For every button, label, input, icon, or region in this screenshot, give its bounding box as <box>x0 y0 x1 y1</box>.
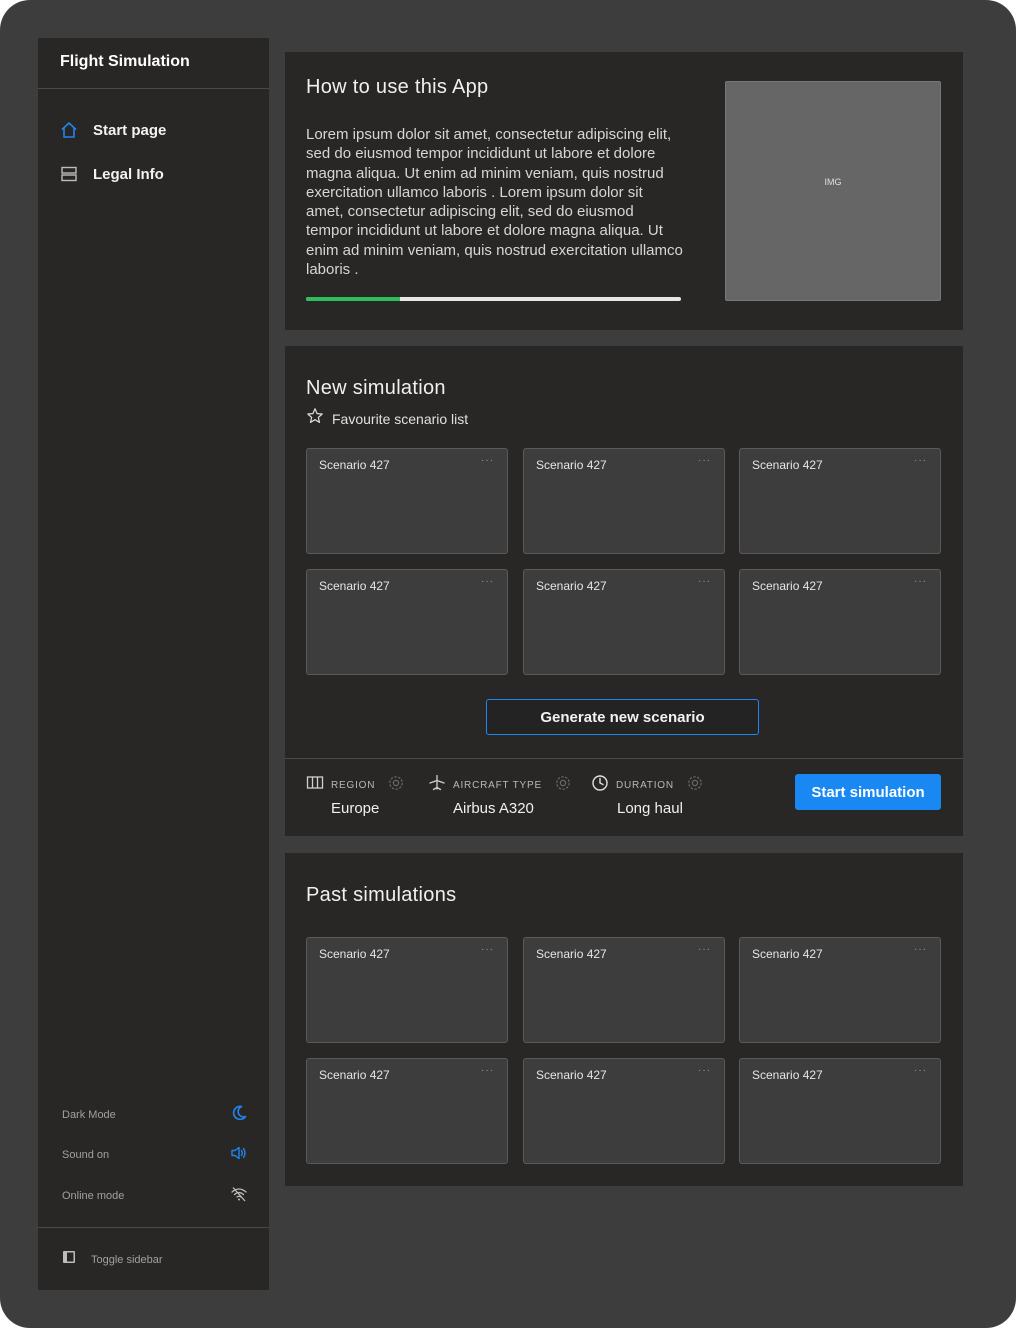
image-placeholder: IMG <box>725 81 941 301</box>
scenario-card-title: Scenario 427 <box>319 1068 390 1082</box>
scenario-card[interactable]: Scenario 427 ··· <box>523 1058 725 1164</box>
tutorial-progress-bar <box>306 297 681 301</box>
more-options-icon[interactable]: ··· <box>698 455 711 466</box>
more-options-icon[interactable]: ··· <box>914 576 927 587</box>
how-to-title: How to use this App <box>306 76 489 98</box>
more-options-icon[interactable]: ··· <box>914 1065 927 1076</box>
duration-param: DURATION Long haul <box>591 774 704 817</box>
how-to-body: Lorem ipsum dolor sit amet, consectetur … <box>306 126 683 279</box>
clock-icon <box>591 774 609 797</box>
scenario-card[interactable]: Scenario 427 ··· <box>739 937 941 1043</box>
new-simulation-panel: New simulation Favourite scenario list S… <box>285 346 963 836</box>
scenario-card[interactable]: Scenario 427 ··· <box>306 1058 508 1164</box>
favourite-scenario-list-label: Favourite scenario list <box>332 410 469 427</box>
image-placeholder-label: IMG <box>824 177 842 187</box>
scenario-card-title: Scenario 427 <box>752 458 823 472</box>
duration-value: Long haul <box>617 800 683 817</box>
scenario-card[interactable]: Scenario 427 ··· <box>739 569 941 675</box>
speaker-icon[interactable] <box>230 1144 248 1167</box>
scenario-card[interactable]: Scenario 427 ··· <box>739 1058 941 1164</box>
dark-mode-setting[interactable]: Dark Mode <box>62 1104 248 1126</box>
aircraft-settings-gear-icon[interactable] <box>554 774 572 797</box>
toggle-sidebar-button[interactable]: Toggle sidebar <box>62 1250 163 1269</box>
sidebar: Flight Simulation Start page Legal Info … <box>38 38 269 1290</box>
toggle-sidebar-label: Toggle sidebar <box>91 1253 163 1266</box>
more-options-icon[interactable]: ··· <box>481 944 494 955</box>
scenario-card-title: Scenario 427 <box>752 947 823 961</box>
wifi-off-icon[interactable] <box>230 1185 248 1208</box>
dark-mode-label: Dark Mode <box>62 1109 116 1121</box>
scenario-card-title: Scenario 427 <box>536 1068 607 1082</box>
scenario-card-title: Scenario 427 <box>536 947 607 961</box>
more-options-icon[interactable]: ··· <box>698 944 711 955</box>
sound-label: Sound on <box>62 1149 110 1161</box>
sidebar-item-label: Legal Info <box>93 165 164 183</box>
scenario-card[interactable]: Scenario 427 ··· <box>306 937 508 1043</box>
scenario-card-title: Scenario 427 <box>752 579 823 593</box>
star-icon <box>306 407 324 430</box>
favourite-scenario-list-link[interactable]: Favourite scenario list <box>306 407 468 430</box>
scenario-card[interactable]: Scenario 427 ··· <box>523 569 725 675</box>
home-icon <box>60 121 78 139</box>
scenario-card[interactable]: Scenario 427 ··· <box>523 937 725 1043</box>
region-param: REGION Europe <box>306 774 405 817</box>
more-options-icon[interactable]: ··· <box>481 576 494 587</box>
scenario-card[interactable]: Scenario 427 ··· <box>306 569 508 675</box>
region-settings-gear-icon[interactable] <box>387 774 405 797</box>
scenario-card[interactable]: Scenario 427 ··· <box>523 448 725 554</box>
region-label: REGION <box>331 780 376 791</box>
start-simulation-button[interactable]: Start simulation <box>795 774 941 810</box>
more-options-icon[interactable]: ··· <box>481 455 494 466</box>
duration-label: DURATION <box>616 780 674 791</box>
app-frame: Flight Simulation Start page Legal Info … <box>0 0 1016 1328</box>
online-mode-label: Online mode <box>62 1190 125 1202</box>
how-to-panel: How to use this App Lorem ipsum dolor si… <box>285 52 963 330</box>
past-simulations-panel: Past simulations Scenario 427 ··· Scenar… <box>285 853 963 1186</box>
progress-fill <box>306 297 400 301</box>
sidebar-toggle-icon <box>62 1250 76 1269</box>
online-mode-setting[interactable]: Online mode <box>62 1185 248 1207</box>
scenario-card-title: Scenario 427 <box>319 458 390 472</box>
sidebar-divider <box>38 1227 269 1228</box>
more-options-icon[interactable]: ··· <box>914 944 927 955</box>
server-icon <box>60 165 78 183</box>
scenario-card-title: Scenario 427 <box>536 458 607 472</box>
sidebar-item-label: Start page <box>93 121 167 139</box>
scenario-card-title: Scenario 427 <box>752 1068 823 1082</box>
more-options-icon[interactable]: ··· <box>698 576 711 587</box>
more-options-icon[interactable]: ··· <box>914 455 927 466</box>
scenario-card-title: Scenario 427 <box>319 947 390 961</box>
sound-setting[interactable]: Sound on <box>62 1144 248 1166</box>
scenario-card[interactable]: Scenario 427 ··· <box>739 448 941 554</box>
aircraft-type-value: Airbus A320 <box>453 800 534 817</box>
app-title: Flight Simulation <box>38 38 269 89</box>
scenario-card[interactable]: Scenario 427 ··· <box>306 448 508 554</box>
new-simulation-title: New simulation <box>306 377 446 399</box>
sidebar-item-legal-info[interactable]: Legal Info <box>60 163 164 185</box>
moon-icon[interactable] <box>230 1104 248 1127</box>
scenario-card-title: Scenario 427 <box>319 579 390 593</box>
aircraft-type-label: AIRCRAFT TYPE <box>453 780 542 791</box>
aircraft-type-param: AIRCRAFT TYPE Airbus A320 <box>428 774 572 817</box>
region-value: Europe <box>331 800 380 817</box>
more-options-icon[interactable]: ··· <box>698 1065 711 1076</box>
more-options-icon[interactable]: ··· <box>481 1065 494 1076</box>
panel-divider <box>285 758 963 759</box>
past-simulations-title: Past simulations <box>306 884 457 906</box>
scenario-card-title: Scenario 427 <box>536 579 607 593</box>
sidebar-item-start-page[interactable]: Start page <box>60 119 166 141</box>
generate-new-scenario-button[interactable]: Generate new scenario <box>486 699 759 735</box>
airplane-icon <box>428 774 446 797</box>
map-icon <box>306 775 324 796</box>
duration-settings-gear-icon[interactable] <box>686 774 704 797</box>
